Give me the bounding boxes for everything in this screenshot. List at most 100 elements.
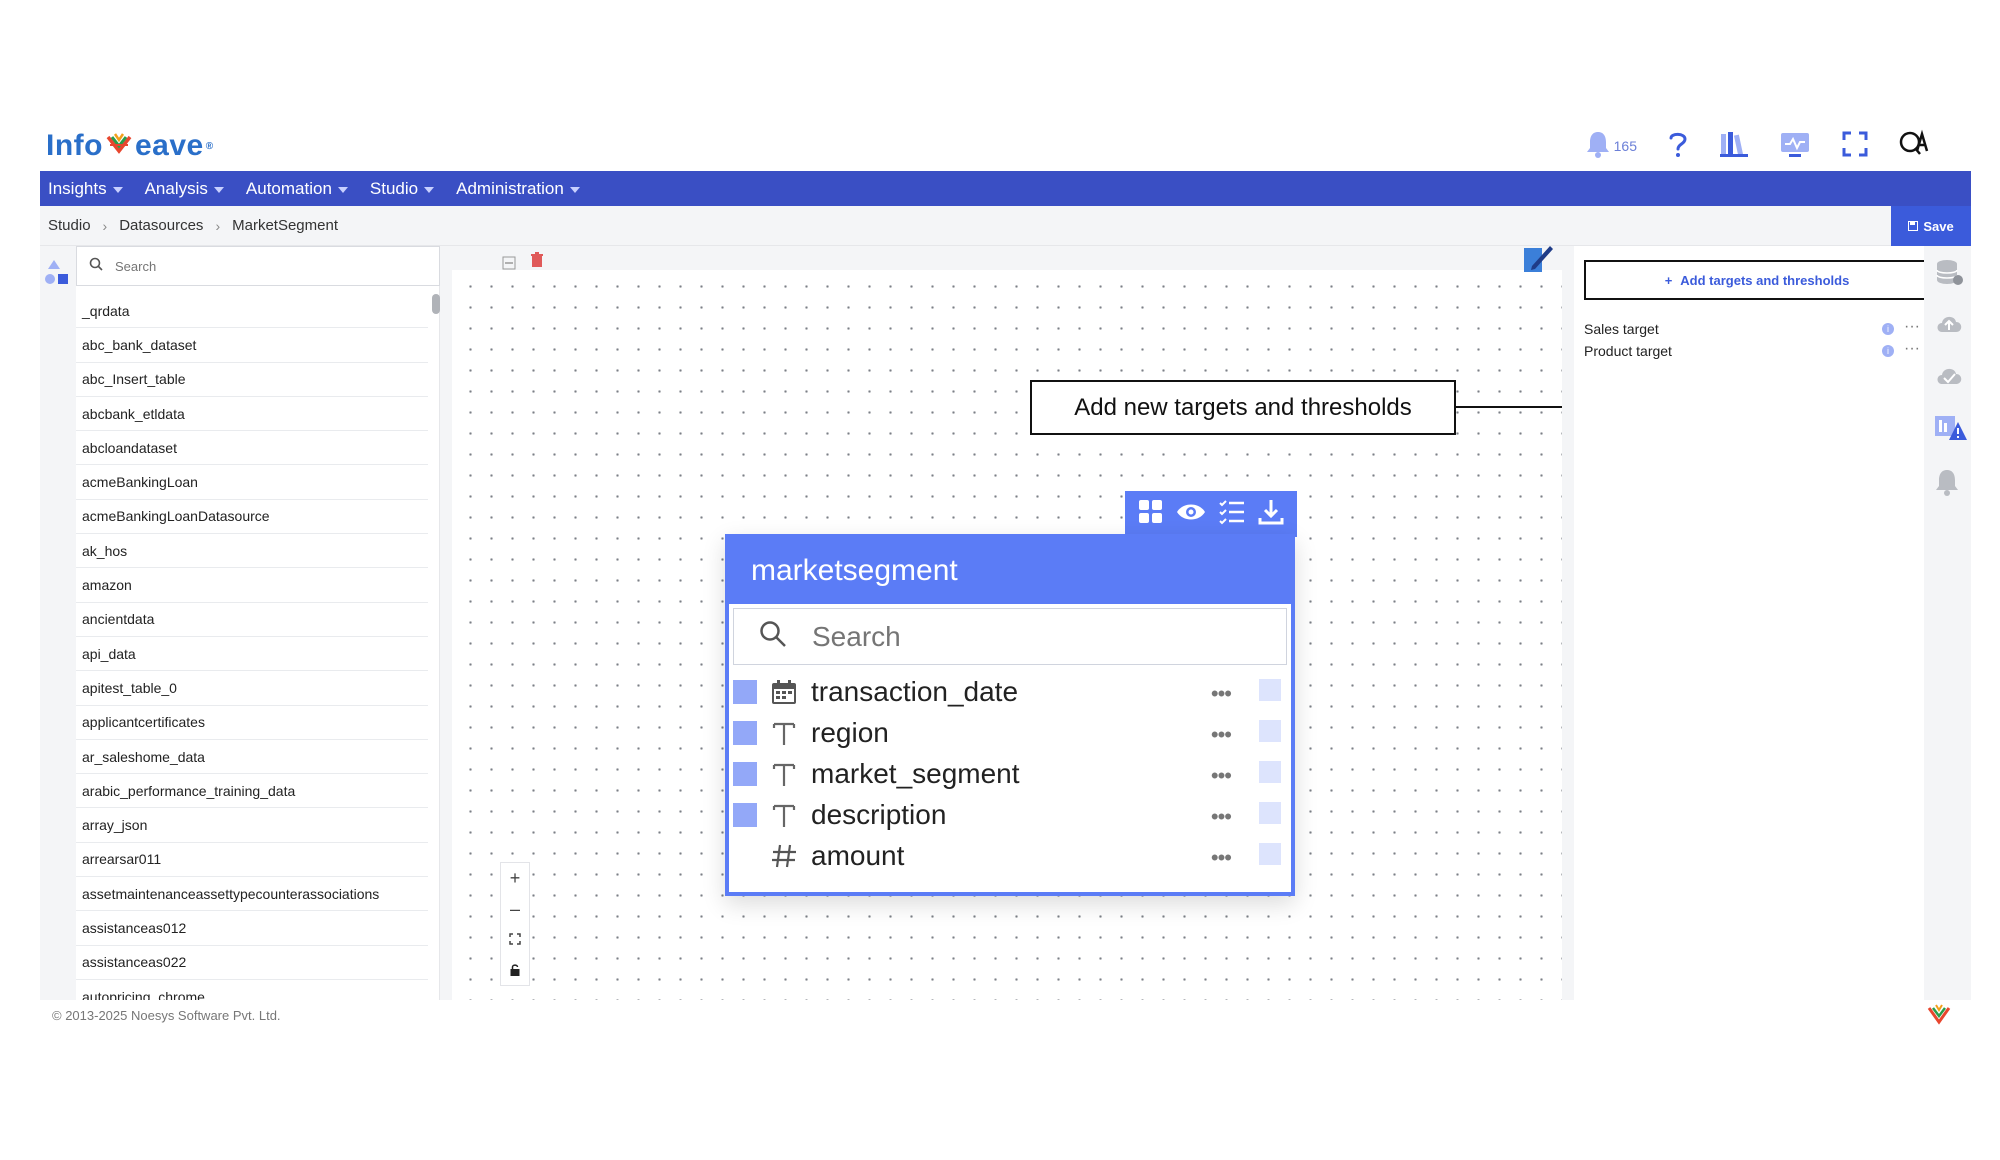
more-icon[interactable]: •••	[1211, 806, 1232, 828]
list-scrollbar[interactable]	[432, 294, 440, 1000]
cloud-upload-icon[interactable]	[1934, 310, 1964, 341]
field-search-input[interactable]	[812, 620, 1212, 653]
dataset-search-input[interactable]	[115, 258, 375, 274]
field-row[interactable]: market_segment •••	[729, 753, 1291, 794]
list-item[interactable]: abcloandataset	[76, 431, 428, 466]
nav-analysis[interactable]: Analysis	[145, 179, 224, 199]
notifications-button[interactable]: 165	[1585, 130, 1637, 163]
delete-icon[interactable]	[530, 252, 544, 273]
list-item[interactable]: apitest_table_0	[76, 671, 428, 706]
more-icon[interactable]: ···	[1904, 318, 1920, 336]
fit-view-icon[interactable]	[509, 930, 521, 948]
list-item[interactable]: assistanceas022	[76, 946, 428, 980]
list-item[interactable]: arabic_performance_training_data	[76, 774, 428, 809]
field-checkbox[interactable]	[733, 802, 757, 827]
brand-text-right: eave	[134, 129, 204, 162]
eye-icon[interactable]	[1176, 500, 1206, 529]
nav-automation[interactable]: Automation	[246, 179, 348, 199]
number-type-icon	[767, 839, 801, 873]
breadcrumb-datasources[interactable]: Datasources	[119, 217, 203, 234]
list-item[interactable]: amazon	[76, 568, 428, 603]
brand-text-left: Info	[46, 129, 103, 162]
list-item[interactable]: acmeBankingLoan	[76, 465, 428, 500]
panel-divider[interactable]	[440, 246, 452, 1000]
monitor-button[interactable]	[1779, 130, 1811, 163]
panel-divider[interactable]	[1562, 246, 1574, 1000]
cloud-check-icon[interactable]	[1934, 362, 1964, 393]
field-checkbox[interactable]	[733, 679, 757, 704]
list-item[interactable]: api_data	[76, 637, 428, 672]
calendar-icon	[767, 675, 801, 709]
nav-automation-label: Automation	[245, 178, 332, 198]
list-item[interactable]: _qrdata	[76, 294, 428, 329]
list-item[interactable]: acmeBankingLoanDatasource	[76, 500, 428, 535]
field-select-box[interactable]	[1259, 679, 1281, 701]
field-name: description	[811, 798, 947, 830]
list-item[interactable]: ar_saleshome_data	[76, 740, 428, 775]
nav-studio[interactable]: Studio	[370, 179, 435, 199]
target-label: Sales target	[1584, 321, 1659, 337]
field-select-box[interactable]	[1259, 761, 1281, 783]
field-row[interactable]: amount •••	[729, 835, 1291, 876]
help-button[interactable]	[1667, 130, 1689, 163]
field-select-box[interactable]	[1259, 802, 1281, 824]
more-icon[interactable]: •••	[1211, 847, 1232, 869]
list-item[interactable]: arrearsar011	[76, 843, 428, 878]
field-checkbox[interactable]	[733, 720, 757, 745]
lock-icon[interactable]	[509, 961, 521, 979]
field-name: amount	[811, 839, 905, 871]
zoom-in-icon[interactable]: +	[510, 869, 521, 887]
caret-down-icon	[424, 186, 435, 193]
download-icon[interactable]	[1257, 498, 1285, 531]
info-icon[interactable]: i	[1882, 345, 1894, 357]
checklist-icon[interactable]	[1218, 499, 1246, 530]
pen-icon[interactable]	[1520, 242, 1554, 281]
list-item[interactable]: autopricing_chrome	[76, 980, 428, 1000]
database-settings-icon[interactable]	[1934, 258, 1964, 293]
field-row[interactable]: description •••	[729, 794, 1291, 835]
more-icon[interactable]: •••	[1211, 683, 1232, 705]
list-item[interactable]: array_json	[76, 808, 428, 843]
field-checkbox[interactable]	[733, 844, 757, 868]
qa-button[interactable]	[1899, 129, 1931, 164]
zoom-out-icon[interactable]: –	[510, 900, 520, 918]
text-type-icon	[767, 798, 801, 832]
breadcrumb-studio[interactable]: Studio	[48, 217, 91, 234]
list-item[interactable]: abc_Insert_table	[76, 363, 428, 397]
info-icon[interactable]: i	[1882, 323, 1894, 335]
field-select-box[interactable]	[1259, 843, 1281, 865]
field-checkbox[interactable]	[733, 761, 757, 786]
collapse-icon[interactable]	[502, 256, 516, 275]
more-icon[interactable]: •••	[1211, 765, 1232, 787]
more-icon[interactable]: •••	[1211, 724, 1232, 746]
list-item[interactable]: assistanceas012	[76, 911, 428, 946]
list-item[interactable]: applicantcertificates	[76, 706, 428, 740]
more-icon[interactable]: ···	[1904, 340, 1920, 358]
list-item[interactable]: abcbank_etldata	[76, 397, 428, 432]
list-item[interactable]: assetmaintenanceassettypecounterassociat…	[76, 877, 428, 912]
list-item[interactable]: ancientdata	[76, 603, 428, 637]
field-row[interactable]: region •••	[729, 712, 1291, 753]
save-button[interactable]: Save	[1891, 206, 1971, 246]
table-card[interactable]: marketsegment transaction_date •••	[725, 534, 1295, 896]
shapes-icon[interactable]	[41, 258, 73, 295]
data-alert-icon[interactable]	[1934, 414, 1968, 447]
nav-insights[interactable]: Insights	[48, 179, 123, 199]
list-item[interactable]: ak_hos	[76, 534, 428, 569]
field-row[interactable]: transaction_date •••	[729, 671, 1291, 712]
library-button[interactable]	[1719, 130, 1749, 163]
field-select-box[interactable]	[1259, 720, 1281, 742]
add-targets-button[interactable]: + Add targets and thresholds	[1584, 260, 1930, 300]
nav-administration[interactable]: Administration	[456, 179, 580, 199]
target-item[interactable]: Product target i ···	[1584, 340, 1924, 362]
add-targets-label: Add targets and thresholds	[1680, 272, 1850, 288]
scrollbar-thumb[interactable]	[432, 294, 440, 314]
grid-icon[interactable]	[1137, 498, 1165, 531]
brand-logo[interactable]: Info eave ®	[46, 126, 214, 166]
caret-down-icon	[112, 186, 123, 193]
bell-icon[interactable]	[1934, 468, 1960, 501]
target-item[interactable]: Sales target i ···	[1584, 318, 1924, 340]
breadcrumb-current: MarketSegment	[232, 217, 338, 234]
list-item[interactable]: abc_bank_dataset	[76, 328, 428, 363]
fullscreen-button[interactable]	[1841, 130, 1869, 163]
